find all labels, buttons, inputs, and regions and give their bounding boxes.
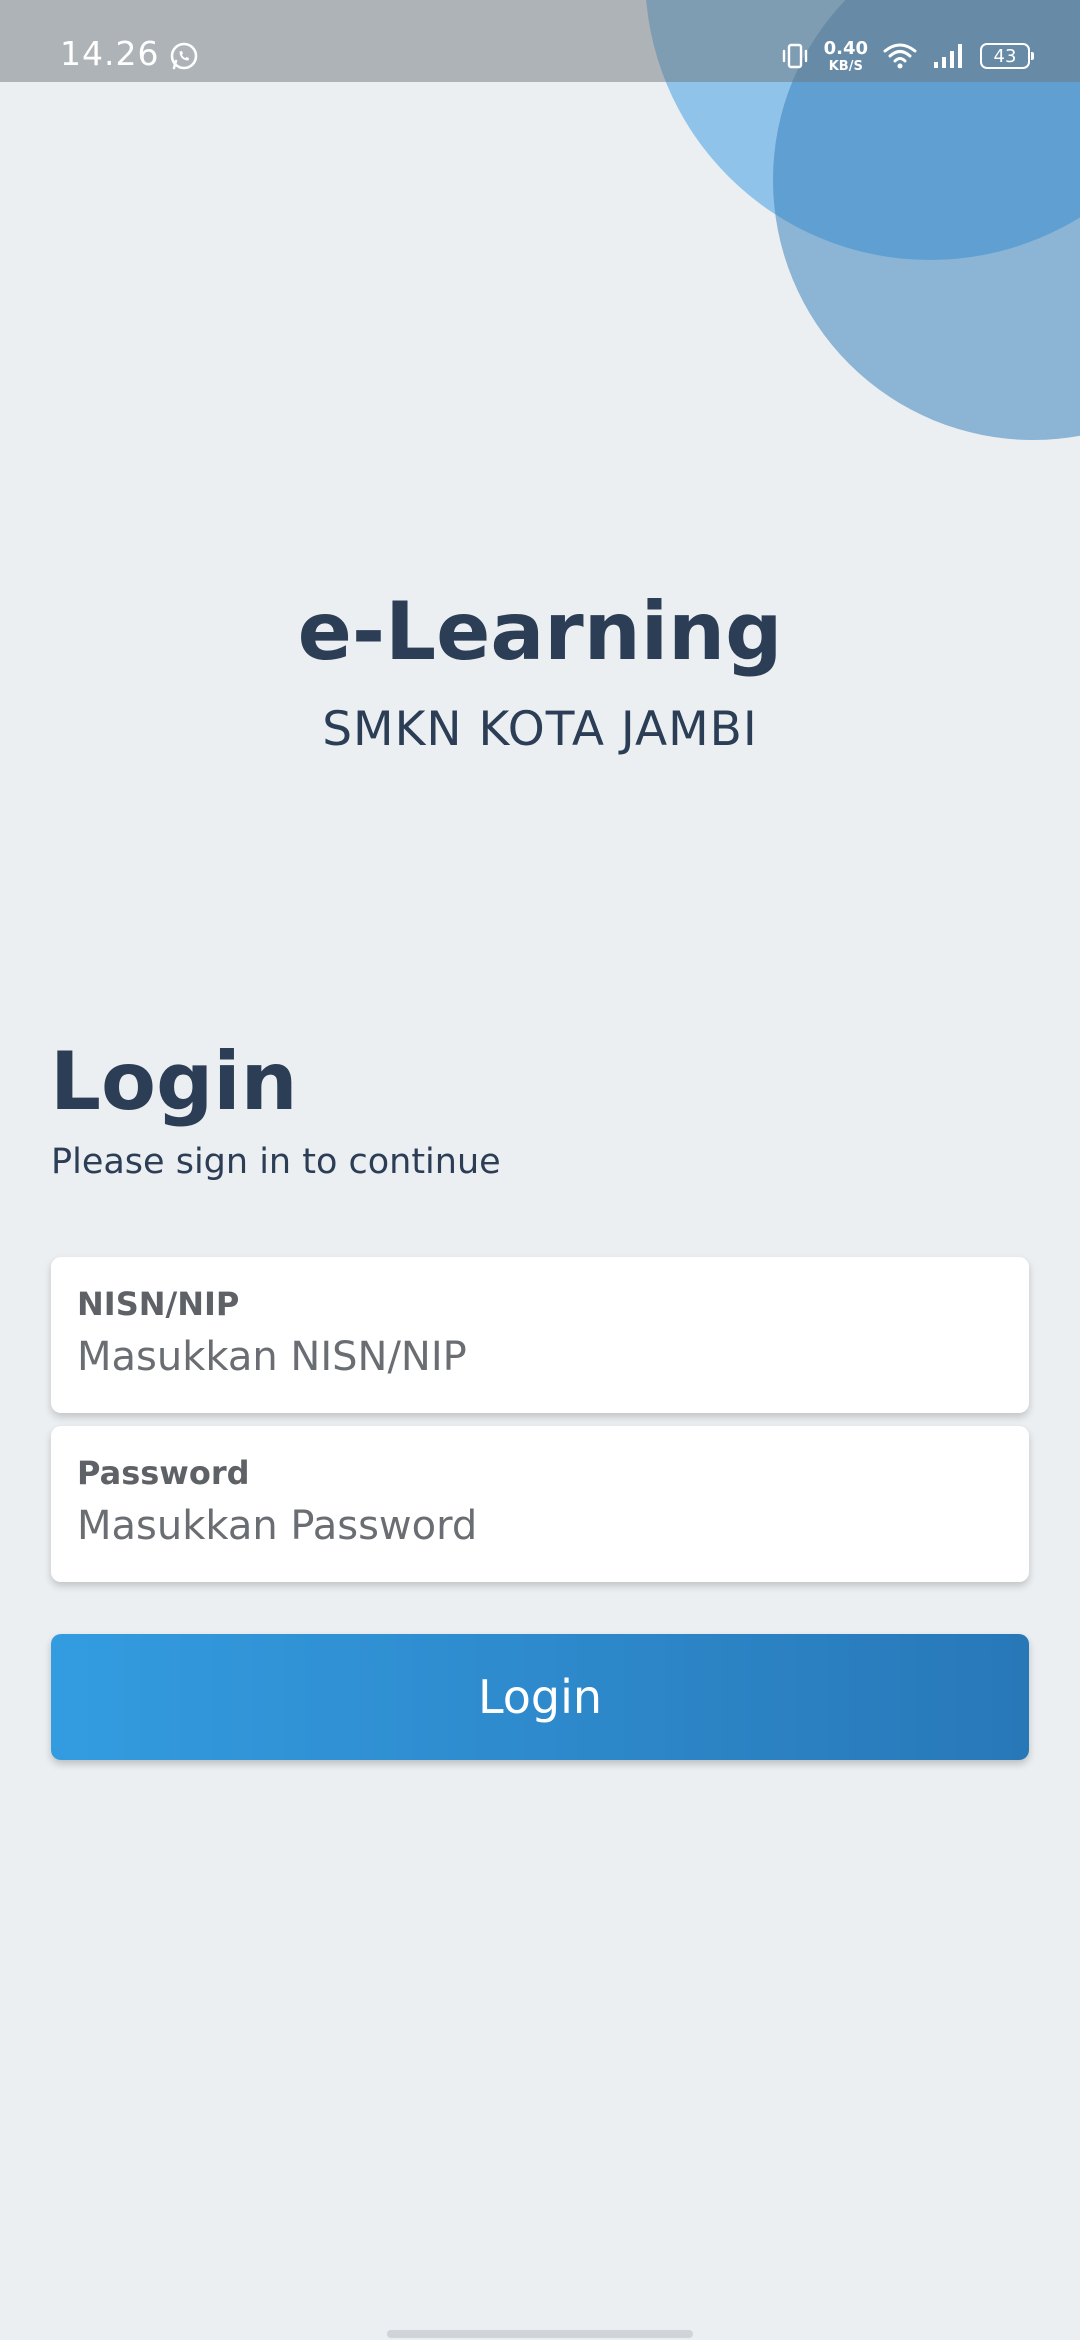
nisn-input[interactable] bbox=[77, 1334, 1003, 1381]
nisn-label: NISN/NIP bbox=[77, 1285, 240, 1323]
net-speed: 0.40 KB/S bbox=[823, 37, 868, 74]
whatsapp-icon bbox=[168, 40, 200, 72]
status-icons: 0.40 KB/S 43 bbox=[780, 37, 1034, 74]
net-speed-value: 0.40 bbox=[823, 37, 868, 59]
login-button[interactable]: Login bbox=[51, 1634, 1029, 1760]
battery-icon: 43 bbox=[980, 43, 1034, 69]
net-speed-unit: KB/S bbox=[828, 58, 863, 74]
login-screen: 14.26 0.40 KB/S 43 e-Learning SMKN KOTA … bbox=[0, 0, 1080, 2340]
login-heading: Login bbox=[50, 1035, 298, 1128]
app-title: e-Learning bbox=[297, 585, 783, 678]
home-indicator[interactable] bbox=[387, 2330, 693, 2338]
wifi-icon bbox=[882, 41, 918, 71]
password-input[interactable] bbox=[77, 1503, 1003, 1550]
signal-icon bbox=[932, 42, 966, 70]
password-label: Password bbox=[77, 1454, 250, 1492]
vibrate-icon bbox=[780, 41, 810, 71]
login-subheading: Please sign in to continue bbox=[51, 1142, 501, 1182]
school-name: SMKN KOTA JAMBI bbox=[322, 702, 758, 757]
status-bar: 14.26 0.40 KB/S 43 bbox=[0, 0, 1080, 82]
status-time: 14.26 bbox=[60, 34, 160, 73]
password-field[interactable]: Password bbox=[51, 1426, 1029, 1582]
nisn-field[interactable]: NISN/NIP bbox=[51, 1257, 1029, 1413]
